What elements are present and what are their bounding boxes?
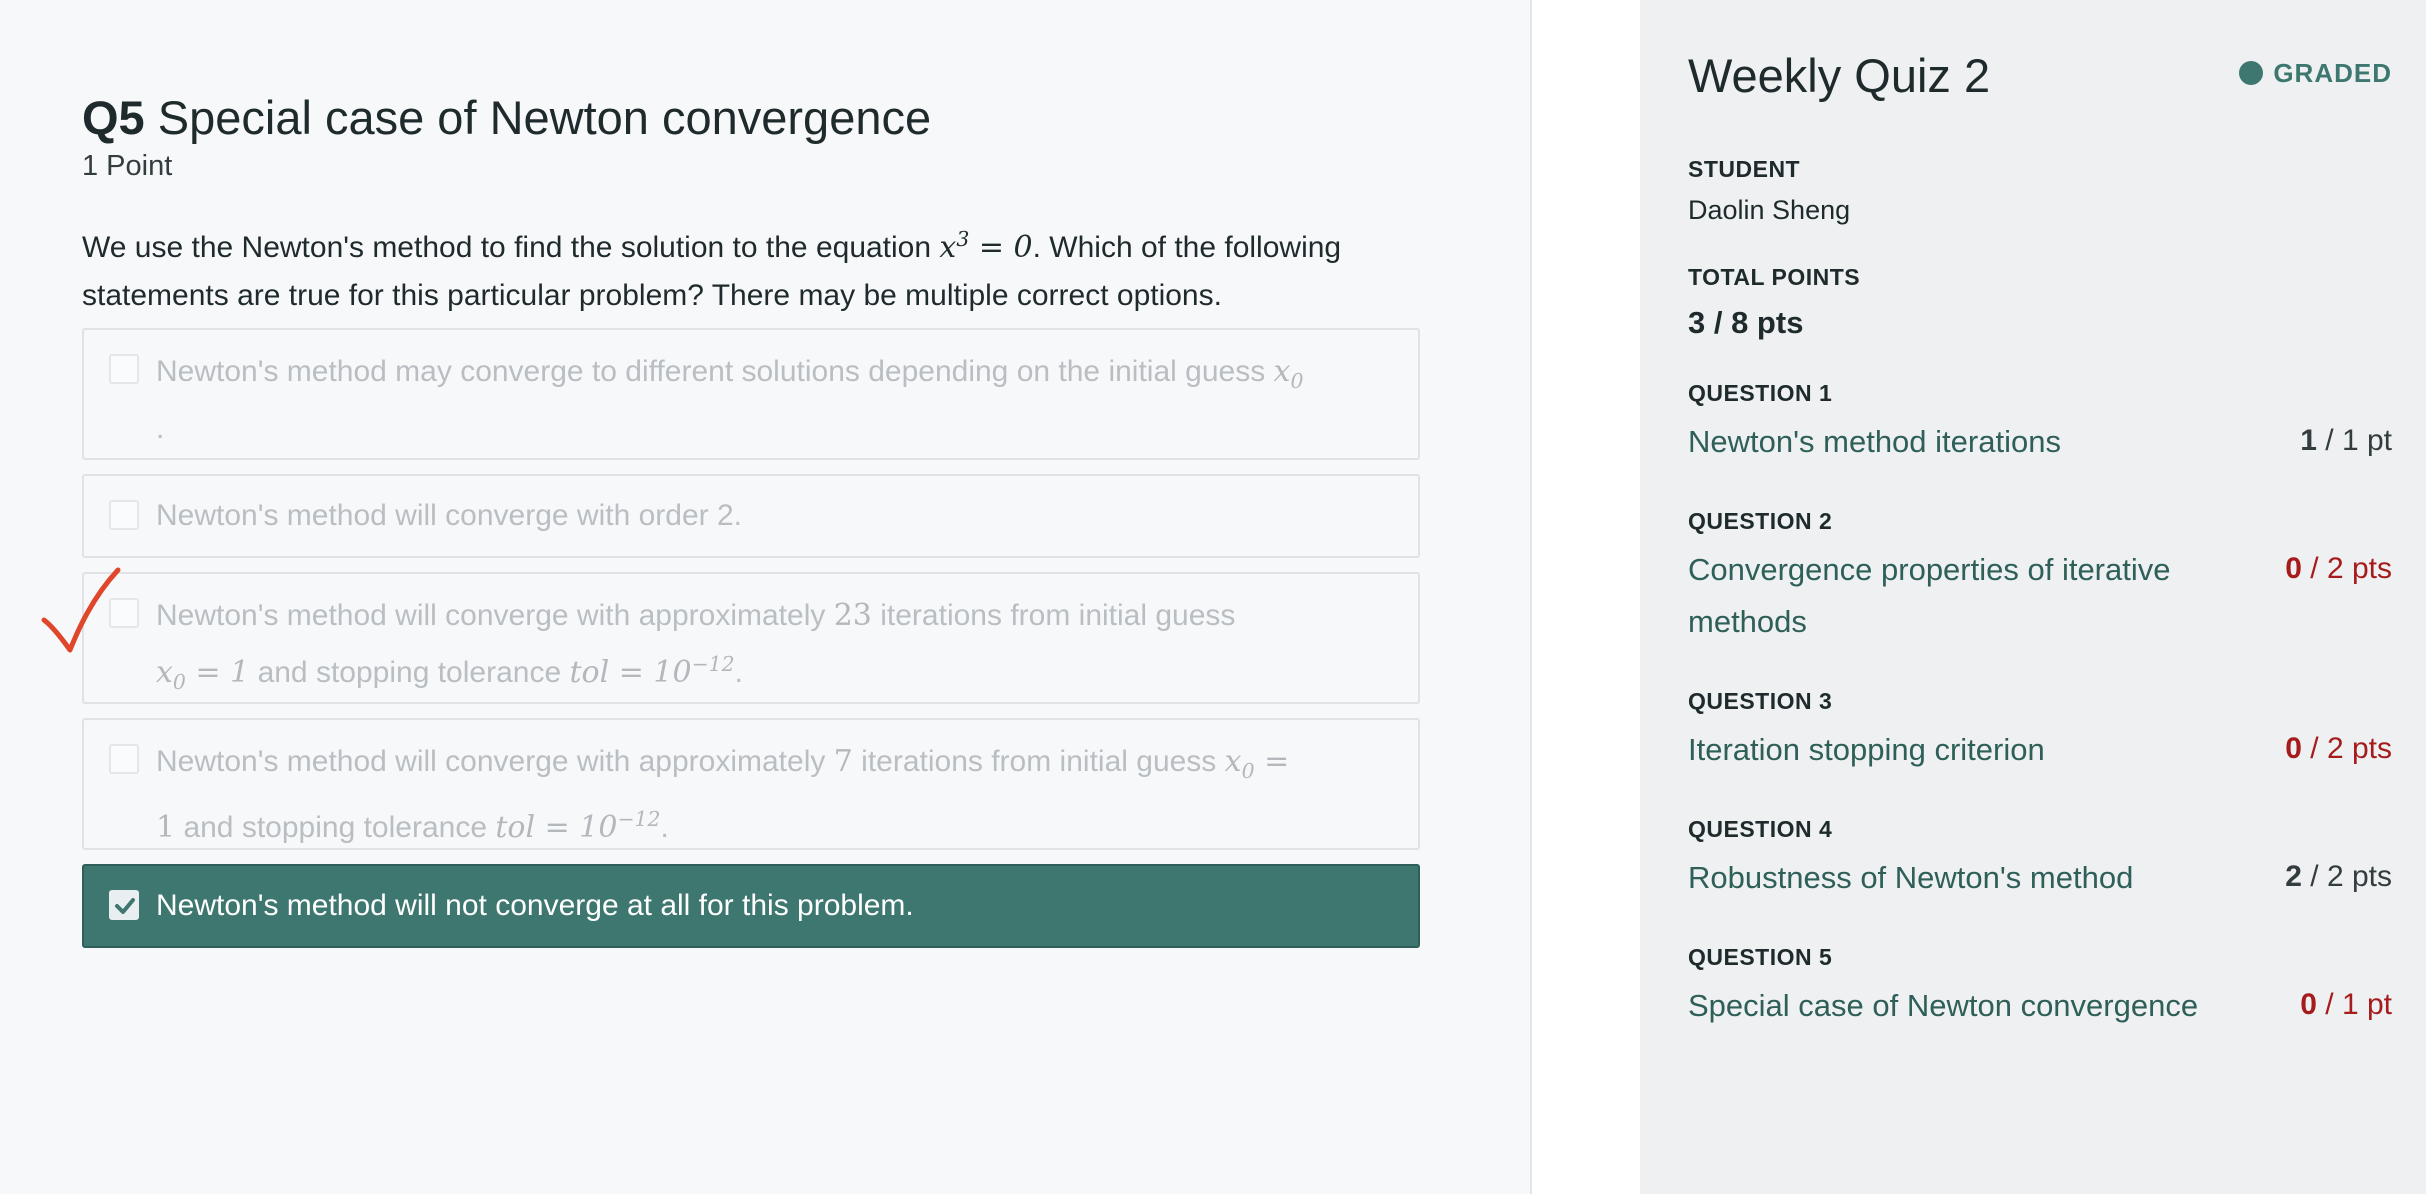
student-name: Daolin Sheng <box>1688 195 1851 225</box>
option-checkbox-checked[interactable] <box>109 890 139 920</box>
question-title: Special case of Newton convergence <box>157 91 932 144</box>
question-link-3[interactable]: Iteration stopping criterion <box>1688 724 2248 776</box>
quiz-title: Weekly Quiz 2 <box>1688 49 1991 102</box>
option-text: Newton's method may converge to differen… <box>156 354 1304 445</box>
question-link-5[interactable]: Special case of Newton convergence <box>1688 980 2248 1032</box>
question-link-2[interactable]: Convergence properties of iterative meth… <box>1688 544 2248 648</box>
question-score: 0 / 1 pt <box>2300 988 2392 1021</box>
student-label: STUDENT <box>1688 156 1801 182</box>
answer-option-5[interactable]: Newton's method will not converge at all… <box>82 864 1420 948</box>
option-text: Newton's method will converge with order… <box>156 499 742 532</box>
check-mark-annotation-icon <box>41 567 121 653</box>
math-x0: x0 <box>1273 354 1304 393</box>
checkmark-icon <box>115 898 135 914</box>
question-pane: Q5 Special case of Newton convergence 1 … <box>0 0 1532 1194</box>
question-label: QUESTION 3 <box>1688 688 1833 714</box>
question-label: QUESTION 2 <box>1688 508 1833 534</box>
question-prompt: We use the Newton's method to find the s… <box>82 227 1342 312</box>
question-score: 0 / 2 pts <box>2285 552 2392 585</box>
question-label: QUESTION 4 <box>1688 816 1833 842</box>
option-text: Newton's method will converge with appro… <box>156 598 1236 694</box>
total-points-value: 3 / 8 pts <box>1688 305 1804 340</box>
answer-option-3[interactable]: Newton's method will converge with appro… <box>82 572 1420 704</box>
option-checkbox[interactable] <box>109 354 139 384</box>
option-checkbox[interactable] <box>109 500 139 530</box>
answer-option-4[interactable]: Newton's method will converge with appro… <box>82 718 1420 850</box>
answer-option-2[interactable]: Newton's method will converge with order… <box>82 474 1420 558</box>
question-score: 2 / 2 pts <box>2285 860 2392 893</box>
submission-sidebar: Weekly Quiz 2 GRADED STUDENT Daolin Shen… <box>1640 0 2426 1194</box>
question-score: 1 / 1 pt <box>2300 424 2392 457</box>
option-text: Newton's method will not converge at all… <box>156 889 914 922</box>
answer-option-1[interactable]: Newton's method may converge to differen… <box>82 328 1420 460</box>
question-link-1[interactable]: Newton's method iterations <box>1688 416 2248 468</box>
question-points: 1 Point <box>82 150 173 182</box>
status-badge: GRADED <box>2239 58 2392 89</box>
equation: x3 = 0 <box>939 227 1033 265</box>
option-text: Newton's method will converge with appro… <box>156 744 1290 845</box>
question-link-4[interactable]: Robustness of Newton's method <box>1688 852 2248 904</box>
total-points-label: TOTAL POINTS <box>1688 264 1861 290</box>
question-heading: Q5 Special case of Newton convergence <box>82 90 931 145</box>
pane-divider <box>1532 0 1640 1194</box>
circle-icon <box>2239 61 2264 85</box>
option-checkbox[interactable] <box>109 744 139 774</box>
question-label: QUESTION 1 <box>1688 380 1833 406</box>
question-number: Q5 <box>82 91 145 144</box>
question-label: QUESTION 5 <box>1688 944 1833 970</box>
question-score: 0 / 2 pts <box>2285 732 2392 765</box>
